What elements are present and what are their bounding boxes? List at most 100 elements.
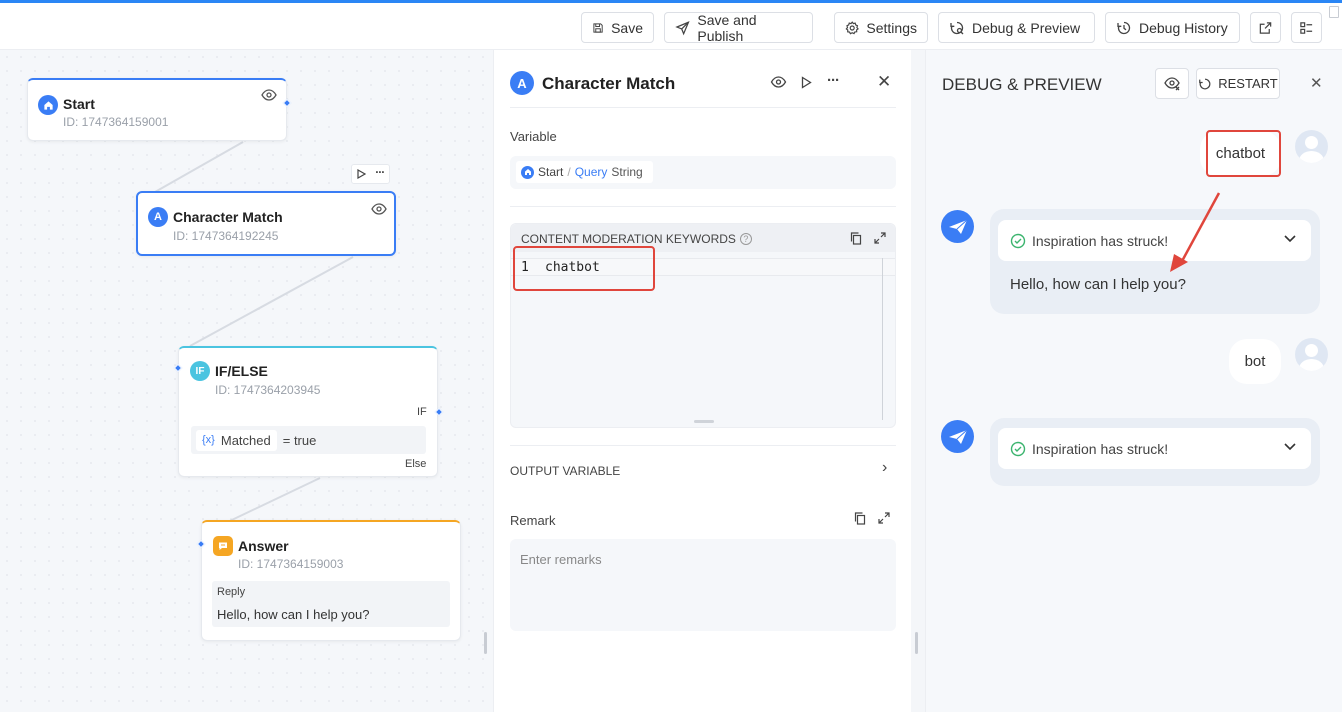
remark-input[interactable]: Enter remarks — [510, 539, 896, 631]
reply-text: Hello, how can I help you? — [217, 607, 370, 622]
ifelse-icon: IF — [190, 361, 210, 381]
debug-history-label: Debug History — [1139, 19, 1228, 36]
panel-node-icon: A — [510, 71, 534, 95]
copy-icon[interactable] — [854, 512, 866, 525]
variable-source: Start — [538, 165, 564, 179]
preview-eye-icon[interactable] — [261, 88, 277, 102]
condition-variable: Matched — [220, 432, 271, 448]
divider — [510, 445, 896, 446]
check-circle-icon — [1010, 441, 1026, 457]
ifelse-node-title: IF/ELSE — [215, 363, 268, 379]
character-match-node[interactable]: A Character Match ID: 1747364192245 — [136, 191, 396, 256]
chevron-right-icon[interactable]: › — [882, 459, 887, 477]
save-and-publish-label: Save and Publish — [697, 11, 757, 44]
answer-node[interactable]: Answer ID: 1747364159003 Reply Hello, ho… — [196, 520, 461, 641]
chevron-down-icon[interactable] — [1284, 443, 1296, 451]
preview-eye-icon[interactable] — [371, 202, 387, 216]
ifelse-node-id: ID: 1747364203945 — [215, 383, 321, 397]
annotation-box — [513, 246, 655, 291]
variable-icon: {x} — [202, 434, 215, 446]
debug-history-button[interactable]: Debug History — [1105, 12, 1240, 43]
layout-toggle-button[interactable] — [1291, 12, 1322, 43]
gear-icon — [845, 20, 859, 34]
save-button[interactable]: Save — [581, 12, 654, 43]
external-link-icon — [1259, 21, 1272, 34]
remark-placeholder: Enter remarks — [520, 552, 602, 567]
resize-handle[interactable] — [484, 632, 487, 654]
variable-selector[interactable]: Start / Query String — [510, 156, 896, 189]
run-icon[interactable] — [357, 169, 366, 179]
divider — [510, 206, 896, 207]
user-avatar — [1295, 338, 1328, 371]
reply-label: Reply — [217, 586, 246, 598]
preview-eye-icon[interactable] — [770, 75, 787, 89]
answer-node-title: Answer — [238, 538, 289, 554]
start-node[interactable]: Start ID: 1747364159001 — [27, 78, 292, 141]
open-external-button[interactable] — [1250, 12, 1281, 43]
list-layout-icon — [1300, 21, 1313, 34]
character-match-node-id: ID: 1747364192245 — [173, 229, 279, 243]
workflow-canvas[interactable]: Start ID: 1747364159001 ··· A Character … — [0, 50, 495, 712]
condition-operator: = true — [282, 432, 317, 448]
toolbar: Save Save and Publish Settings Debug & P… — [0, 3, 1342, 50]
expand-icon[interactable] — [874, 232, 886, 244]
output-variable-label[interactable]: OUTPUT VARIABLE — [510, 464, 620, 478]
bot-message: Inspiration has struck! — [990, 418, 1320, 486]
variable-chip: {x} Matched — [196, 429, 277, 451]
debug-icon — [950, 21, 964, 34]
debug-preview-panel: DEBUG & PREVIEW RESTART ✕ chatbot Inspir… — [925, 50, 1342, 712]
chat-bubble-icon — [213, 536, 233, 556]
settings-label: Settings — [866, 19, 917, 36]
home-icon — [521, 165, 534, 179]
more-icon[interactable]: ··· — [375, 166, 385, 178]
variable-type: String — [611, 165, 643, 179]
variable-name: Query — [574, 165, 608, 179]
character-match-node-title: Character Match — [173, 209, 283, 225]
expand-icon[interactable] — [878, 512, 890, 524]
panel-resize-handle[interactable] — [915, 632, 918, 654]
panel-title: Character Match — [542, 74, 676, 93]
paper-plane-icon — [948, 429, 967, 444]
variable-chip[interactable]: Start / Query String — [516, 161, 653, 183]
save-icon — [593, 22, 603, 33]
editor-scrollbar[interactable] — [882, 258, 883, 420]
editor-resize-handle[interactable] — [694, 420, 714, 423]
variable-label: Variable — [510, 129, 557, 144]
copy-icon[interactable] — [850, 232, 862, 245]
character-match-icon: A — [148, 207, 168, 227]
trash-icon[interactable] — [1329, 6, 1339, 18]
condition-row: {x} Matched = true — [191, 426, 426, 454]
node-mini-toolbar: ··· — [351, 164, 390, 184]
node-settings-panel: A Character Match ··· ✕ Variable Start /… — [493, 50, 911, 712]
status-text: Inspiration has struck! — [1032, 441, 1169, 457]
user-message: bot — [1229, 339, 1281, 384]
debug-preview-label: Debug & Preview — [972, 19, 1081, 36]
else-branch-label: Else — [405, 458, 427, 470]
start-node-id: ID: 1747364159001 — [63, 115, 169, 129]
keywords-label: CONTENT MODERATION KEYWORDS — [521, 232, 736, 246]
more-icon[interactable]: ··· — [827, 72, 840, 89]
settings-button[interactable]: Settings — [834, 12, 928, 43]
remark-label: Remark — [510, 513, 556, 528]
run-icon[interactable] — [801, 76, 812, 89]
bot-avatar — [941, 420, 974, 453]
debug-preview-button[interactable]: Debug & Preview — [938, 12, 1095, 43]
answer-node-id: ID: 1747364159003 — [238, 557, 344, 571]
home-icon — [38, 95, 58, 115]
if-branch-label: IF — [417, 406, 427, 418]
keywords-title: CONTENT MODERATION KEYWORDS ? — [521, 232, 752, 246]
variable-separator: / — [567, 165, 571, 179]
annotation-arrow — [1170, 192, 1221, 272]
save-and-publish-button[interactable]: Save and Publish — [664, 11, 813, 44]
history-icon — [1117, 21, 1131, 34]
user-message-text: bot — [1244, 353, 1266, 370]
help-icon[interactable]: ? — [739, 233, 752, 245]
ifelse-node[interactable]: IF IF/ELSE ID: 1747364203945 IF {x} Matc… — [173, 346, 444, 477]
start-node-title: Start — [63, 96, 95, 112]
save-label: Save — [611, 19, 643, 36]
divider — [510, 107, 896, 108]
send-icon — [675, 20, 690, 35]
reply-box: Reply Hello, how can I help you? — [212, 581, 450, 627]
status-card[interactable]: Inspiration has struck! — [998, 428, 1311, 469]
close-icon[interactable]: ✕ — [877, 72, 891, 92]
